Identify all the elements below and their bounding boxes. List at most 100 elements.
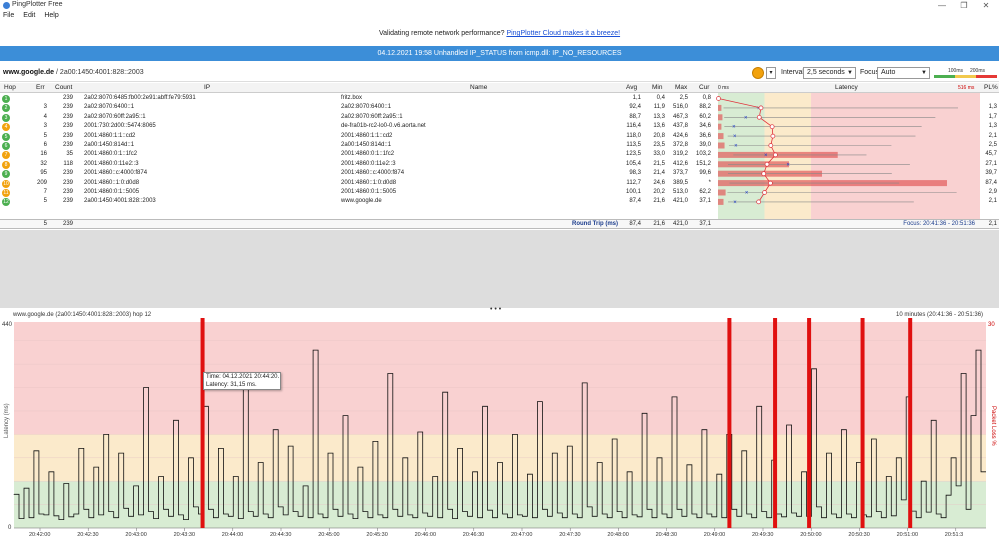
interval-label: Interval [781,69,804,76]
hop-name: 2001:4860:0:1::5005 [341,189,397,195]
hop-cur: 99,6 [699,170,711,177]
col-err[interactable]: Err [36,83,45,93]
hop-row[interactable]: 3 4 239 2a02:8070:60ff:2a95::1 2a02:8070:60f… [0,113,999,122]
hop-row[interactable]: 7 16 35 2001:4860:0:1::1fc2 2001:4860:0:1::1… [0,150,999,160]
minimize-button[interactable]: — [932,0,952,11]
pause-button[interactable] [752,67,764,79]
hop-row[interactable]: 4 3 239 2001:730:2d00::5474:8065 de-fra01b-r… [0,122,999,132]
hop-row[interactable]: 9 95 239 2001:4860::c:4000:f874 2001:4860::c… [0,169,999,179]
hop-name: 2a02:8070:60ff:2a95::1 [341,113,403,120]
col-name[interactable]: Name [470,83,487,93]
summary-avg: 87,4 [629,221,641,227]
hop-row[interactable]: 5 5 239 2001:4860:1:1::cd2 2001:4860:1:1::cd… [0,132,999,141]
col-cur[interactable]: Cur [699,83,709,93]
latency-scale-legend: 100ms 200ms [934,68,997,80]
hop-count: 239 [62,123,73,130]
hop-ip: 2a00:1450:4001:828::2003 [84,198,156,205]
summary-focus: Focus: 20:41:36 - 20:51:36 [903,221,975,227]
packet-loss-marker [773,318,778,528]
hop-max: 467,3 [672,113,688,120]
hop-max: 516,0 [672,104,688,111]
menu-edit[interactable]: Edit [23,12,35,19]
hop-avg: 92,4 [629,104,641,111]
interval-select[interactable]: 2,5 seconds ▼ [803,67,856,79]
hop-row[interactable]: 11 7 239 2001:4860:0:1::5005 2001:4860:0:1::… [0,188,999,197]
hop-row[interactable]: 1 239 2a02:8070:6485:fb00:2e91:abff:fe79:5… [0,94,999,103]
col-latency[interactable]: Latency [835,83,858,93]
hop-name: 2a02:8070:6400::1 [341,104,392,111]
col-count[interactable]: Count [55,83,72,93]
hop-err: 5 [43,198,47,205]
hop-name: www.google.de [341,198,382,205]
x-tick-label: 20:44:30 [270,532,291,537]
hop-max: 389,5 [672,179,688,186]
scale-red [976,75,997,78]
x-tick-label: 20:43:30 [174,532,195,537]
hop-avg: 118,0 [626,132,641,139]
hop-name: 2001:4860:0:1::1fc2 [341,151,395,158]
hop-ip: 2a02:8070:6400::1 [84,104,135,111]
error-banner: 04.12.2021 19:58 Unhandled IP_STATUS fro… [0,46,999,61]
hop-row[interactable]: 6 6 239 2a00:1450:814d::1 2a00:1450:814d::1 1… [0,141,999,150]
hop-name: 2001:4860::1:0:d0d8 [341,179,397,186]
latency-band-2 [14,322,986,435]
hop-cur: 88,2 [699,104,711,111]
x-tick-label: 20:49:30 [752,532,773,537]
col-min[interactable]: Min [652,83,662,93]
packet-loss-marker [807,318,812,528]
col-ip[interactable]: IP [204,83,210,93]
title-bar: PingPlotter Free — ❐ ✕ [0,0,999,11]
timeline-graph[interactable]: 440 0 30 Latency (ms) Packet Loss % 20:42:00 2… [0,318,999,537]
target-ip: / 2a00:1450:4001:828::2003 [56,69,144,76]
hop-avg: 87,4 [629,198,641,205]
col-hop[interactable]: Hop [4,83,16,93]
hop-err: 5 [43,132,47,139]
pause-dropdown-button[interactable]: ▾ [766,67,776,79]
hop-number: 5 [2,132,10,141]
hop-min: 21,5 [653,160,665,167]
hop-ip: 2001:4860:1:1::cd2 [84,132,136,139]
summary-row: 5 239 Round Trip (ms) 87,4 21,6 421,0 37… [0,219,999,229]
hop-count: 239 [62,142,73,148]
hop-min: 24,6 [653,179,665,186]
menu-bar: File Edit Help [0,12,999,23]
packet-loss-marker [200,318,205,528]
chevron-down-icon: ▼ [921,70,927,76]
hop-row[interactable]: 10 209 239 2001:4860::1:0:d0d8 2001:4860::1:… [0,179,999,188]
hop-avg: 112,7 [626,179,641,186]
hop-pl: 2,9 [988,189,997,195]
hop-row[interactable]: 8 32 118 2001:4860:0:11e2::3 2001:4860:0:11e… [0,160,999,169]
hop-err: 6 [43,142,47,148]
x-tick-label: 20:48:00 [607,532,628,537]
hop-cur: 37,1 [699,198,711,205]
hop-max: 372,8 [672,142,688,148]
hop-err: 209 [36,179,47,186]
hop-cur: 34,6 [699,123,711,130]
hop-cur: 0,8 [702,95,711,101]
col-avg[interactable]: Avg [626,83,637,93]
hop-pl: 27,1 [985,160,997,167]
col-max[interactable]: Max [675,83,687,93]
hop-min: 23,5 [653,142,665,148]
hop-row[interactable]: 2 3 239 2a02:8070:6400::1 2a02:8070:6400::1 9… [0,103,999,113]
hop-count: 35 [66,151,73,158]
col-pl[interactable]: PL% [984,83,998,93]
close-button[interactable]: ✕ [976,0,996,11]
maximize-button[interactable]: ❐ [954,0,974,11]
hop-number: 11 [2,189,10,197]
hop-min: 11,9 [653,104,665,111]
x-tick-label: 20:51:00 [897,532,918,537]
promo-link[interactable]: PingPlotter Cloud makes it a breeze! [506,30,620,37]
x-tick-label: 20:47:30 [559,532,580,537]
menu-help[interactable]: Help [44,12,58,19]
hop-number: 8 [2,160,10,169]
focus-select[interactable]: Auto ▼ [877,67,930,79]
hop-err: 7 [43,189,47,195]
menu-file[interactable]: File [3,12,14,19]
splitter-handle[interactable]: • • • [490,306,501,313]
hop-min: 20,2 [653,189,665,195]
summary-pl: 2,1 [988,221,997,227]
hop-row[interactable]: 12 5 239 2a00:1450:4001:828::2003 www.google… [0,197,999,207]
hop-cur: 39,0 [699,142,711,148]
hop-number: 2 [2,104,10,113]
